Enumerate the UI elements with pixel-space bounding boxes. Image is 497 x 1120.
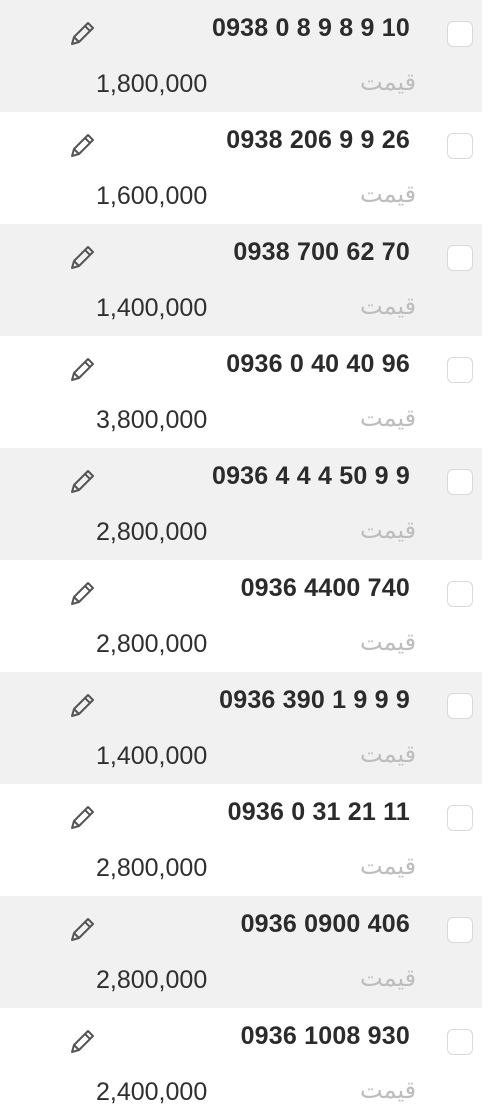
price-label: قیمت: [360, 68, 417, 96]
list-item[interactable]: 0936 1008 930 قیمت 2,400,000: [0, 1008, 482, 1120]
phone-number: 0936 0900 406: [240, 910, 410, 938]
select-checkbox[interactable]: [447, 357, 473, 383]
select-checkbox[interactable]: [447, 469, 473, 495]
phone-number-list: 0938 0 8 9 8 9 10 قیمت 1,800,000 0938 20…: [0, 0, 497, 1120]
phone-number: 0936 0 40 40 96: [226, 350, 410, 378]
price-value: 1,600,000: [96, 182, 208, 210]
price-label: قیمت: [360, 180, 417, 208]
price-label: قیمت: [360, 1076, 417, 1104]
pencil-icon[interactable]: [64, 352, 100, 388]
price-value: 2,800,000: [96, 854, 208, 882]
pencil-icon[interactable]: [64, 240, 100, 276]
price-value: 3,800,000: [96, 406, 208, 434]
select-checkbox[interactable]: [447, 805, 473, 831]
phone-number: 0936 1008 930: [240, 1022, 410, 1050]
price-label: قیمت: [360, 292, 417, 320]
phone-number: 0936 4400 740: [240, 574, 410, 602]
phone-number: 0936 390 1 9 9 9: [219, 686, 410, 714]
list-item[interactable]: 0936 0900 406 قیمت 2,800,000: [0, 896, 482, 1008]
price-label: قیمت: [360, 740, 417, 768]
select-checkbox[interactable]: [447, 693, 473, 719]
select-checkbox[interactable]: [447, 133, 473, 159]
price-label: قیمت: [360, 852, 417, 880]
select-checkbox[interactable]: [447, 21, 473, 47]
list-item[interactable]: 0936 4 4 4 50 9 9 قیمت 2,800,000: [0, 448, 482, 560]
select-checkbox[interactable]: [447, 1029, 473, 1055]
phone-number: 0938 0 8 9 8 9 10: [211, 14, 410, 42]
list-item[interactable]: 0938 206 9 9 26 قیمت 1,600,000: [0, 112, 482, 224]
price-value: 1,800,000: [96, 70, 208, 98]
pencil-icon[interactable]: [64, 128, 100, 164]
pencil-icon[interactable]: [64, 464, 100, 500]
price-value: 2,800,000: [96, 518, 208, 546]
price-label: قیمت: [360, 516, 417, 544]
price-label: قیمت: [360, 404, 417, 432]
pencil-icon[interactable]: [64, 576, 100, 612]
price-label: قیمت: [360, 964, 417, 992]
phone-number: 0936 4 4 4 50 9 9: [211, 462, 410, 490]
price-value: 2,800,000: [96, 966, 208, 994]
list-item[interactable]: 0936 0 31 21 11 قیمت 2,800,000: [0, 784, 482, 896]
list-item[interactable]: 0936 4400 740 قیمت 2,800,000: [0, 560, 482, 672]
pencil-icon[interactable]: [64, 688, 100, 724]
price-value: 2,800,000: [96, 630, 208, 658]
price-value: 1,400,000: [96, 742, 208, 770]
list-item[interactable]: 0938 0 8 9 8 9 10 قیمت 1,800,000: [0, 0, 482, 112]
select-checkbox[interactable]: [447, 245, 473, 271]
select-checkbox[interactable]: [447, 581, 473, 607]
pencil-icon[interactable]: [64, 16, 100, 52]
phone-number: 0938 700 62 70: [233, 238, 410, 266]
list-item[interactable]: 0936 0 40 40 96 قیمت 3,800,000: [0, 336, 482, 448]
pencil-icon[interactable]: [64, 800, 100, 836]
price-value: 2,400,000: [96, 1078, 208, 1106]
price-label: قیمت: [360, 628, 417, 656]
price-value: 1,400,000: [96, 294, 208, 322]
select-checkbox[interactable]: [447, 917, 473, 943]
phone-number: 0936 0 31 21 11: [227, 798, 410, 826]
list-item[interactable]: 0938 700 62 70 قیمت 1,400,000: [0, 224, 482, 336]
pencil-icon[interactable]: [64, 1024, 100, 1060]
list-item[interactable]: 0936 390 1 9 9 9 قیمت 1,400,000: [0, 672, 482, 784]
phone-number: 0938 206 9 9 26: [226, 126, 410, 154]
pencil-icon[interactable]: [64, 912, 100, 948]
